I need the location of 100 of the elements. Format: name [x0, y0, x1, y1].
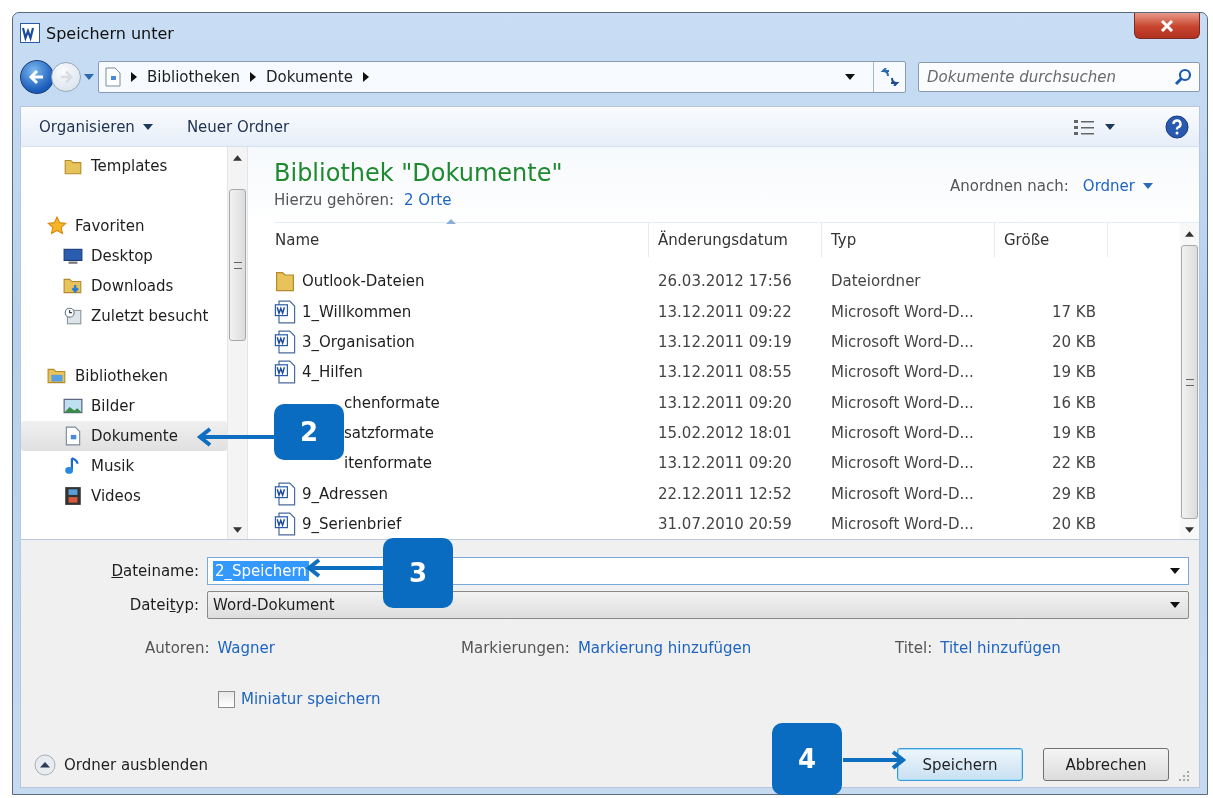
- word-app-icon: [20, 23, 40, 43]
- metadata-link[interactable]: Markierung hinzufügen: [577, 639, 752, 657]
- metadata-label: Autoren:: [145, 639, 210, 657]
- search-field[interactable]: Dokumente durchsuchen: [918, 62, 1200, 92]
- picture-icon: [63, 396, 83, 416]
- modified-date: 13.12.2011 09:20: [657, 393, 793, 412]
- file-size: 20 KB: [1052, 333, 1096, 352]
- window-title: Speichern unter: [46, 23, 174, 43]
- close-icon: [1160, 19, 1174, 32]
- dropdown-caret-icon[interactable]: [1170, 568, 1180, 574]
- modified-date: 13.12.2011 08:55: [657, 363, 793, 382]
- history-caret-icon[interactable]: [84, 74, 94, 80]
- file-name[interactable]: 3_Organisation: [302, 333, 415, 352]
- includes-label: Hierzu gehören:: [274, 191, 395, 209]
- scrollbar[interactable]: [227, 147, 247, 539]
- folder-icon: [274, 269, 296, 294]
- column-header[interactable]: Änderungsdatum: [649, 223, 822, 258]
- file-size: 29 KB: [1052, 484, 1096, 503]
- chevron-right-icon[interactable]: [250, 72, 256, 82]
- dropdown-caret-icon[interactable]: [1170, 602, 1180, 608]
- document-icon: [63, 426, 83, 446]
- locations-link[interactable]: 2 Orte: [404, 191, 452, 209]
- file-name[interactable]: satzformate: [344, 423, 435, 442]
- modified-date: 31.07.2010 20:59: [657, 514, 793, 533]
- modified-date: 13.12.2011 09:20: [657, 454, 793, 473]
- file-name[interactable]: 4_Hilfen: [302, 363, 363, 382]
- filename-label: Dateiname:: [110, 562, 200, 580]
- modified-date: 22.12.2011 12:52: [657, 484, 793, 503]
- column-header[interactable]: Größe: [995, 223, 1108, 258]
- scrollbar[interactable]: [1180, 223, 1199, 539]
- hide-folders-button[interactable]: Ordner ausblenden: [21, 752, 215, 777]
- scroll-down-icon[interactable]: [1185, 527, 1194, 533]
- file-name[interactable]: chenformate: [344, 393, 440, 412]
- word-document-icon: [274, 360, 296, 385]
- refresh-icon: [879, 68, 900, 86]
- folder-download-icon: [63, 276, 83, 296]
- help-button[interactable]: [1165, 114, 1189, 139]
- new-folder-button[interactable]: Neuer Ordner: [182, 113, 294, 140]
- scroll-up-icon[interactable]: [1185, 231, 1194, 238]
- back-button[interactable]: [20, 60, 54, 94]
- nav-item[interactable]: Dokumente: [21, 421, 227, 451]
- nav-item[interactable]: Musik: [21, 451, 227, 481]
- search-icon[interactable]: [1174, 68, 1192, 86]
- list-view-icon: [1073, 117, 1095, 136]
- column-header[interactable]: Name: [274, 223, 649, 258]
- breadcrumb-item[interactable]: Dokumente: [266, 68, 353, 86]
- nav-item[interactable]: Bibliotheken: [21, 361, 227, 391]
- organize-menu-button[interactable]: Organisieren: [35, 113, 157, 140]
- file-name[interactable]: 9_Adressen: [302, 484, 388, 503]
- metadata-link[interactable]: Wagner: [217, 639, 275, 657]
- save-button[interactable]: Speichern: [897, 748, 1023, 781]
- close-button[interactable]: [1134, 13, 1200, 39]
- file-name[interactable]: 1_Willkommen: [302, 302, 412, 321]
- word-document-icon: [274, 299, 296, 324]
- collapse-up-icon: [34, 753, 56, 776]
- file-name[interactable]: Outlook-Dateien: [302, 272, 425, 291]
- modified-date: 15.02.2012 18:01: [657, 423, 793, 442]
- file-type: Microsoft Word-D...: [830, 363, 975, 382]
- address-bar[interactable]: Bibliotheken Dokumente: [98, 61, 906, 93]
- checkbox[interactable]: [218, 690, 235, 708]
- file-type: Microsoft Word-D...: [830, 333, 975, 352]
- nav-item[interactable]: Videos: [21, 481, 227, 511]
- star-icon: [47, 216, 67, 236]
- file-type: Microsoft Word-D...: [830, 302, 975, 321]
- nav-item[interactable]: Zuletzt besucht: [21, 301, 227, 331]
- caret-icon: [1143, 183, 1153, 189]
- file-name[interactable]: itenformate: [344, 454, 433, 473]
- callout-arrow: [843, 750, 907, 770]
- scroll-down-icon[interactable]: [233, 527, 242, 533]
- modified-date: 26.03.2012 17:56: [657, 272, 793, 291]
- metadata-label: Titel:: [895, 639, 933, 657]
- file-type: Dateiordner: [830, 272, 922, 291]
- step-badge: 4: [772, 723, 842, 795]
- column-header[interactable]: Typ: [822, 223, 995, 258]
- recent-places-icon: [63, 306, 83, 326]
- nav-item[interactable]: Favoriten: [21, 211, 227, 241]
- arrange-dropdown[interactable]: Ordner: [1082, 177, 1153, 195]
- nav-item[interactable]: Downloads: [21, 271, 227, 301]
- filetype-dropdown[interactable]: Word-Dokument: [207, 591, 1189, 619]
- dropdown-caret-icon[interactable]: [845, 74, 855, 80]
- breadcrumb-item[interactable]: Bibliotheken: [147, 68, 240, 86]
- file-size: 17 KB: [1052, 302, 1096, 321]
- file-name[interactable]: 9_Serienbrief: [302, 514, 402, 533]
- file-size: 22 KB: [1052, 454, 1096, 473]
- scroll-up-icon[interactable]: [233, 155, 242, 161]
- file-type: Microsoft Word-D...: [830, 423, 975, 442]
- metadata-label: Markierungen:: [461, 639, 570, 657]
- file-type: Microsoft Word-D...: [830, 393, 975, 412]
- file-type: Microsoft Word-D...: [830, 514, 975, 533]
- resize-grip-icon[interactable]: [1179, 771, 1189, 781]
- nav-item[interactable]: Templates: [21, 151, 227, 181]
- checkbox-label[interactable]: Miniatur speichern: [241, 690, 381, 708]
- cancel-button[interactable]: Abbrechen: [1043, 748, 1169, 781]
- file-size: 19 KB: [1052, 423, 1096, 442]
- nav-item[interactable]: Desktop: [21, 241, 227, 271]
- arrange-label: Anordnen nach:: [949, 177, 1069, 195]
- metadata-link[interactable]: Titel hinzufügen: [940, 639, 1061, 657]
- chevron-right-icon[interactable]: [362, 72, 369, 82]
- chevron-right-icon[interactable]: [131, 72, 137, 82]
- nav-item[interactable]: Bilder: [21, 391, 227, 421]
